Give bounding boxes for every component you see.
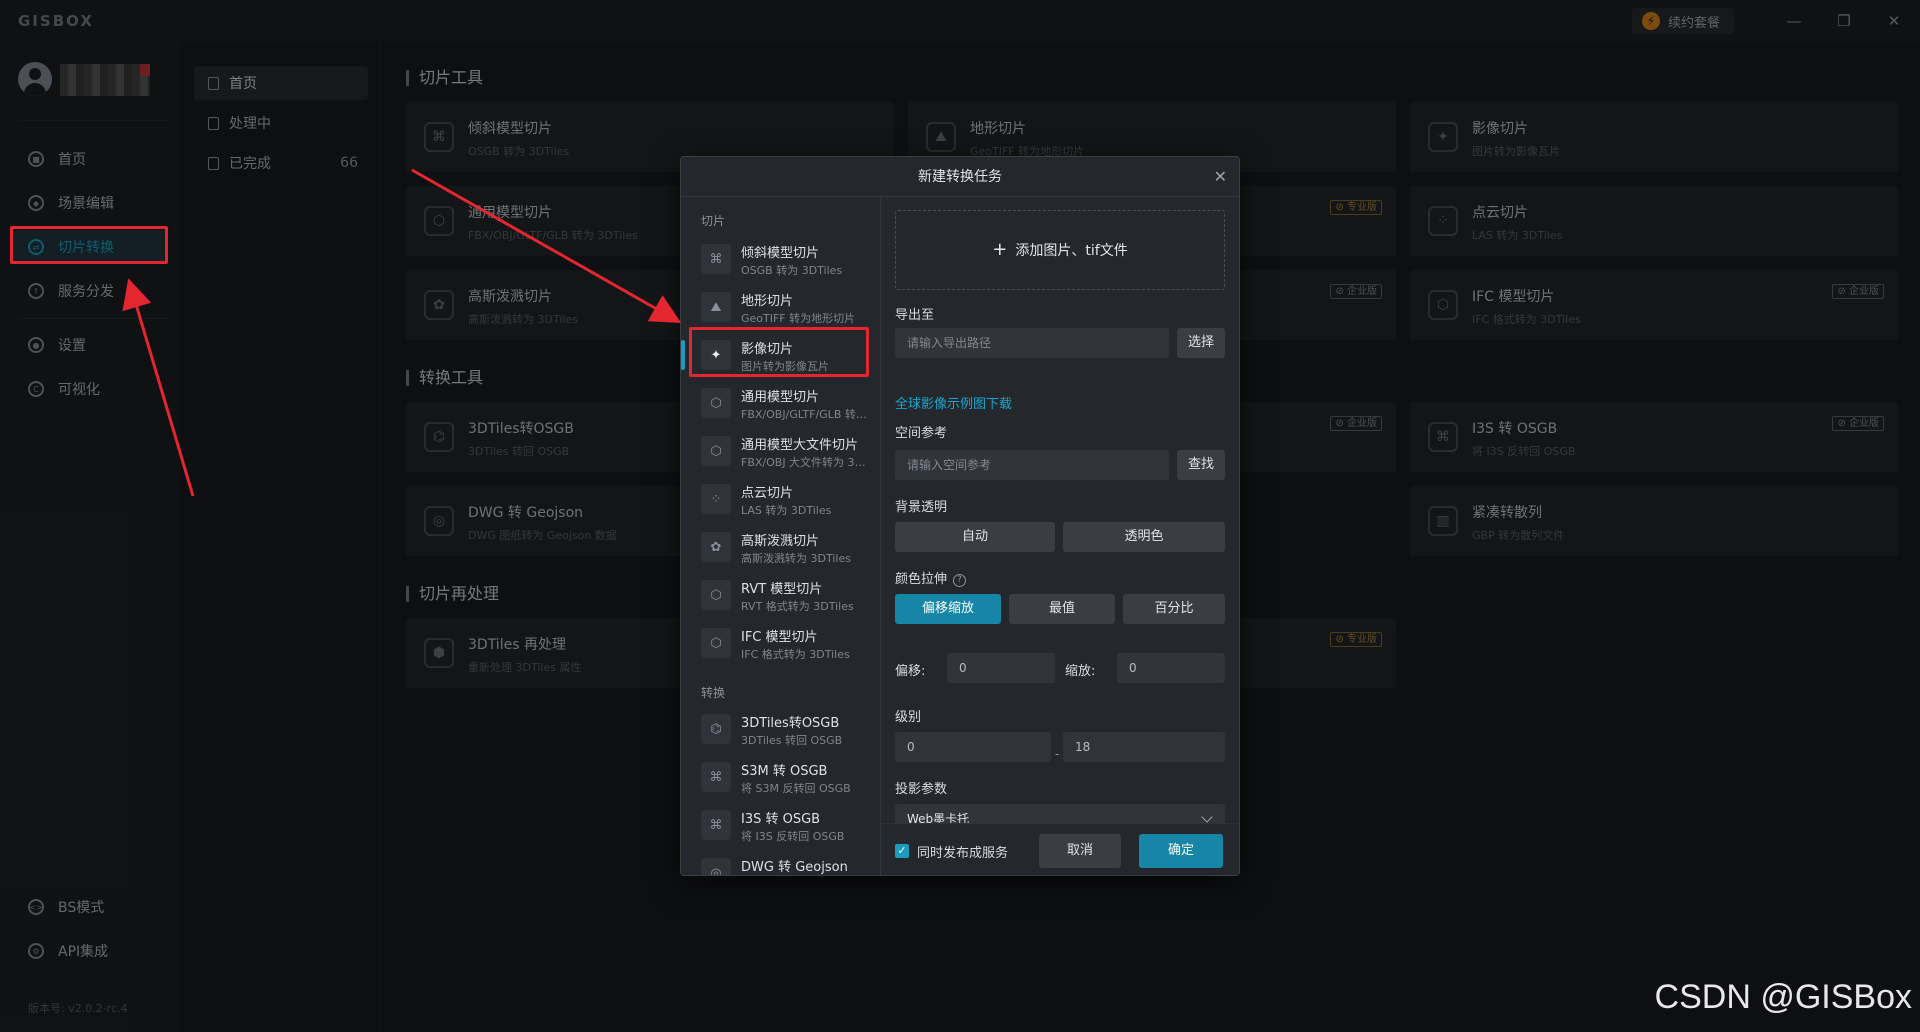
level-max-input[interactable]: 18 xyxy=(1063,732,1225,762)
add-files-dropzone[interactable]: + 添加图片、tif文件 xyxy=(895,210,1225,290)
level-label: 级别 xyxy=(895,710,922,725)
ifc-icon: ⬡ xyxy=(701,628,731,658)
oblique-model-icon: ⌘ xyxy=(701,244,731,274)
offset-label: 偏移: xyxy=(895,664,926,679)
plus-icon: + xyxy=(992,239,1008,260)
bg-transparent-option[interactable]: 透明色 xyxy=(1063,522,1225,552)
tool-name: 点云切片 xyxy=(741,486,794,501)
tool-name: I3S 转 OSGB xyxy=(741,812,821,827)
tool-desc: FBX/OBJ 大文件转为 3DTiles xyxy=(741,456,873,469)
task-form: + 添加图片、tif文件 导出至 请输入导出路径 选择 全球影像示例图下载 空间… xyxy=(895,198,1225,875)
level-separator: - xyxy=(1055,747,1060,761)
tool-item-3dtiles-osgb[interactable]: ⌬ 3DTiles转OSGB 3DTiles 转回 OSGB xyxy=(681,706,880,752)
tool-item-i3s-osgb[interactable]: ⌘ I3S 转 OSGB 将 I3S 反转回 OSGB xyxy=(681,802,880,848)
tool-desc: LAS 转为 3DTiles xyxy=(741,504,832,517)
color-stretch-text: 颜色拉伸 xyxy=(895,572,948,587)
pointcloud-icon: ⁘ xyxy=(701,484,731,514)
rvt-icon: ⬡ xyxy=(701,580,731,610)
tool-desc: IFC 格式转为 3DTiles xyxy=(741,648,850,661)
tool-name: RVT 模型切片 xyxy=(741,582,823,597)
tool-item-dwg-geojson[interactable]: ◎ DWG 转 Geojson xyxy=(681,850,880,875)
tool-name: 高斯泼溅切片 xyxy=(741,534,820,549)
bg-transparent-label: 背景透明 xyxy=(895,500,948,515)
tool-name: 3DTiles转OSGB xyxy=(741,716,840,731)
tool-item-ifc[interactable]: ⬡ IFC 模型切片 IFC 格式转为 3DTiles xyxy=(681,620,880,666)
group-label-convert: 转换 xyxy=(701,686,726,700)
tool-list: 切片 ⌘ 倾斜模型切片 OSGB 转为 3DTiles ⛰ 地形切片 GeoTI… xyxy=(681,198,881,875)
level-min-input[interactable]: 0 xyxy=(895,732,1051,762)
help-icon[interactable]: ? xyxy=(953,574,967,587)
dialog-close-icon[interactable]: ✕ xyxy=(1214,157,1227,197)
tool-item-s3m-osgb[interactable]: ⌘ S3M 转 OSGB 将 S3M 反转回 OSGB xyxy=(681,754,880,800)
tool-desc: 高斯泼溅转为 3DTiles xyxy=(741,552,851,565)
stretch-percent-option[interactable]: 百分比 xyxy=(1123,594,1225,624)
selection-indicator xyxy=(681,340,685,370)
dialog-title: 新建转换任务 xyxy=(681,157,1239,197)
tool-item-gaussian[interactable]: ✿ 高斯泼溅切片 高斯泼溅转为 3DTiles xyxy=(681,524,880,570)
srs-input[interactable]: 请输入空间参考 xyxy=(895,450,1169,480)
tool-item-terrain[interactable]: ⛰ 地形切片 GeoTIFF 转为地形切片 xyxy=(681,284,880,330)
tool-desc: OSGB 转为 3DTiles xyxy=(741,264,843,277)
tool-desc: RVT 格式转为 3DTiles xyxy=(741,600,854,613)
tool-name: IFC 模型切片 xyxy=(741,630,818,645)
tool-item-pointcloud[interactable]: ⁘ 点云切片 LAS 转为 3DTiles xyxy=(681,476,880,522)
tool-name: 倾斜模型切片 xyxy=(741,246,820,261)
tool-item-general-model[interactable]: ⬡ 通用模型切片 FBX/OBJ/GLTF/GLB 转为 3DTiles xyxy=(681,380,880,426)
gaussian-icon: ✿ xyxy=(701,532,731,562)
watermark: CSDN @GISBox xyxy=(1654,978,1912,1016)
cancel-button[interactable]: 取消 xyxy=(1039,834,1121,868)
new-task-dialog: 新建转换任务 ✕ 切片 ⌘ 倾斜模型切片 OSGB 转为 3DTiles ⛰ 地… xyxy=(680,156,1240,876)
confirm-button[interactable]: 确定 xyxy=(1139,834,1223,868)
tool-item-large-model[interactable]: ⬡ 通用模型大文件切片 FBX/OBJ 大文件转为 3DTiles xyxy=(681,428,880,474)
publish-service-checkbox[interactable]: ✓ xyxy=(895,844,909,858)
tool-name: DWG 转 Geojson xyxy=(741,860,848,875)
group-label-slice: 切片 xyxy=(701,214,726,228)
app-window: GISBOX ⚡ 续约套餐 — ❐ ✕ ■ 首页 ◆ 场景编辑 ⇄ 切片转换 ↑… xyxy=(0,0,1920,1032)
stretch-offset-scale-option[interactable]: 偏移缩放 xyxy=(895,594,1001,624)
tool-desc: 将 S3M 反转回 OSGB xyxy=(741,782,851,795)
terrain-icon: ⛰ xyxy=(701,292,731,322)
stretch-minmax-option[interactable]: 最值 xyxy=(1009,594,1115,624)
tool-name: S3M 转 OSGB xyxy=(741,764,828,779)
color-stretch-label: 颜色拉伸? xyxy=(895,568,967,587)
bg-auto-option[interactable]: 自动 xyxy=(895,522,1055,552)
publish-service-label: 同时发布成服务 xyxy=(917,846,1009,861)
tool-name: 通用模型切片 xyxy=(741,390,820,405)
offset-input[interactable]: 0 xyxy=(947,653,1055,683)
dialog-footer: ✓ 同时发布成服务 取消 确定 xyxy=(881,823,1239,875)
target-icon: ◎ xyxy=(701,858,731,875)
box-icon: ⬡ xyxy=(701,436,731,466)
find-srs-button[interactable]: 查找 xyxy=(1177,450,1225,480)
tool-desc: GeoTIFF 转为地形切片 xyxy=(741,312,856,325)
box-icon: ⬡ xyxy=(701,388,731,418)
tool-desc: 3DTiles 转回 OSGB xyxy=(741,734,843,747)
sample-download-link[interactable]: 全球影像示例图下载 xyxy=(895,393,1012,412)
select-path-button[interactable]: 选择 xyxy=(1177,328,1225,358)
chevron-down-icon xyxy=(1201,811,1213,823)
tool-item-oblique[interactable]: ⌘ 倾斜模型切片 OSGB 转为 3DTiles xyxy=(681,236,880,282)
export-path-input[interactable]: 请输入导出路径 xyxy=(895,328,1169,358)
tool-desc: FBX/OBJ/GLTF/GLB 转为 3DTiles xyxy=(741,408,873,421)
annotation-box-sidebar xyxy=(10,226,168,264)
tool-name: 地形切片 xyxy=(741,294,794,309)
projection-label: 投影参数 xyxy=(895,782,948,797)
export-label: 导出至 xyxy=(895,308,935,323)
annotation-box-imagery-tool xyxy=(689,327,869,377)
tool-desc: 将 I3S 反转回 OSGB xyxy=(741,830,845,843)
s3m-icon: ⌘ xyxy=(701,762,731,792)
srs-label: 空间参考 xyxy=(895,426,948,441)
add-files-label: 添加图片、tif文件 xyxy=(1015,243,1128,259)
scale-input[interactable]: 0 xyxy=(1117,653,1225,683)
convert-model-icon: ⌬ xyxy=(701,714,731,744)
tool-name: 通用模型大文件切片 xyxy=(741,438,859,453)
tool-item-rvt[interactable]: ⬡ RVT 模型切片 RVT 格式转为 3DTiles xyxy=(681,572,880,618)
scale-label: 缩放: xyxy=(1065,664,1096,679)
i3s-icon: ⌘ xyxy=(701,810,731,840)
